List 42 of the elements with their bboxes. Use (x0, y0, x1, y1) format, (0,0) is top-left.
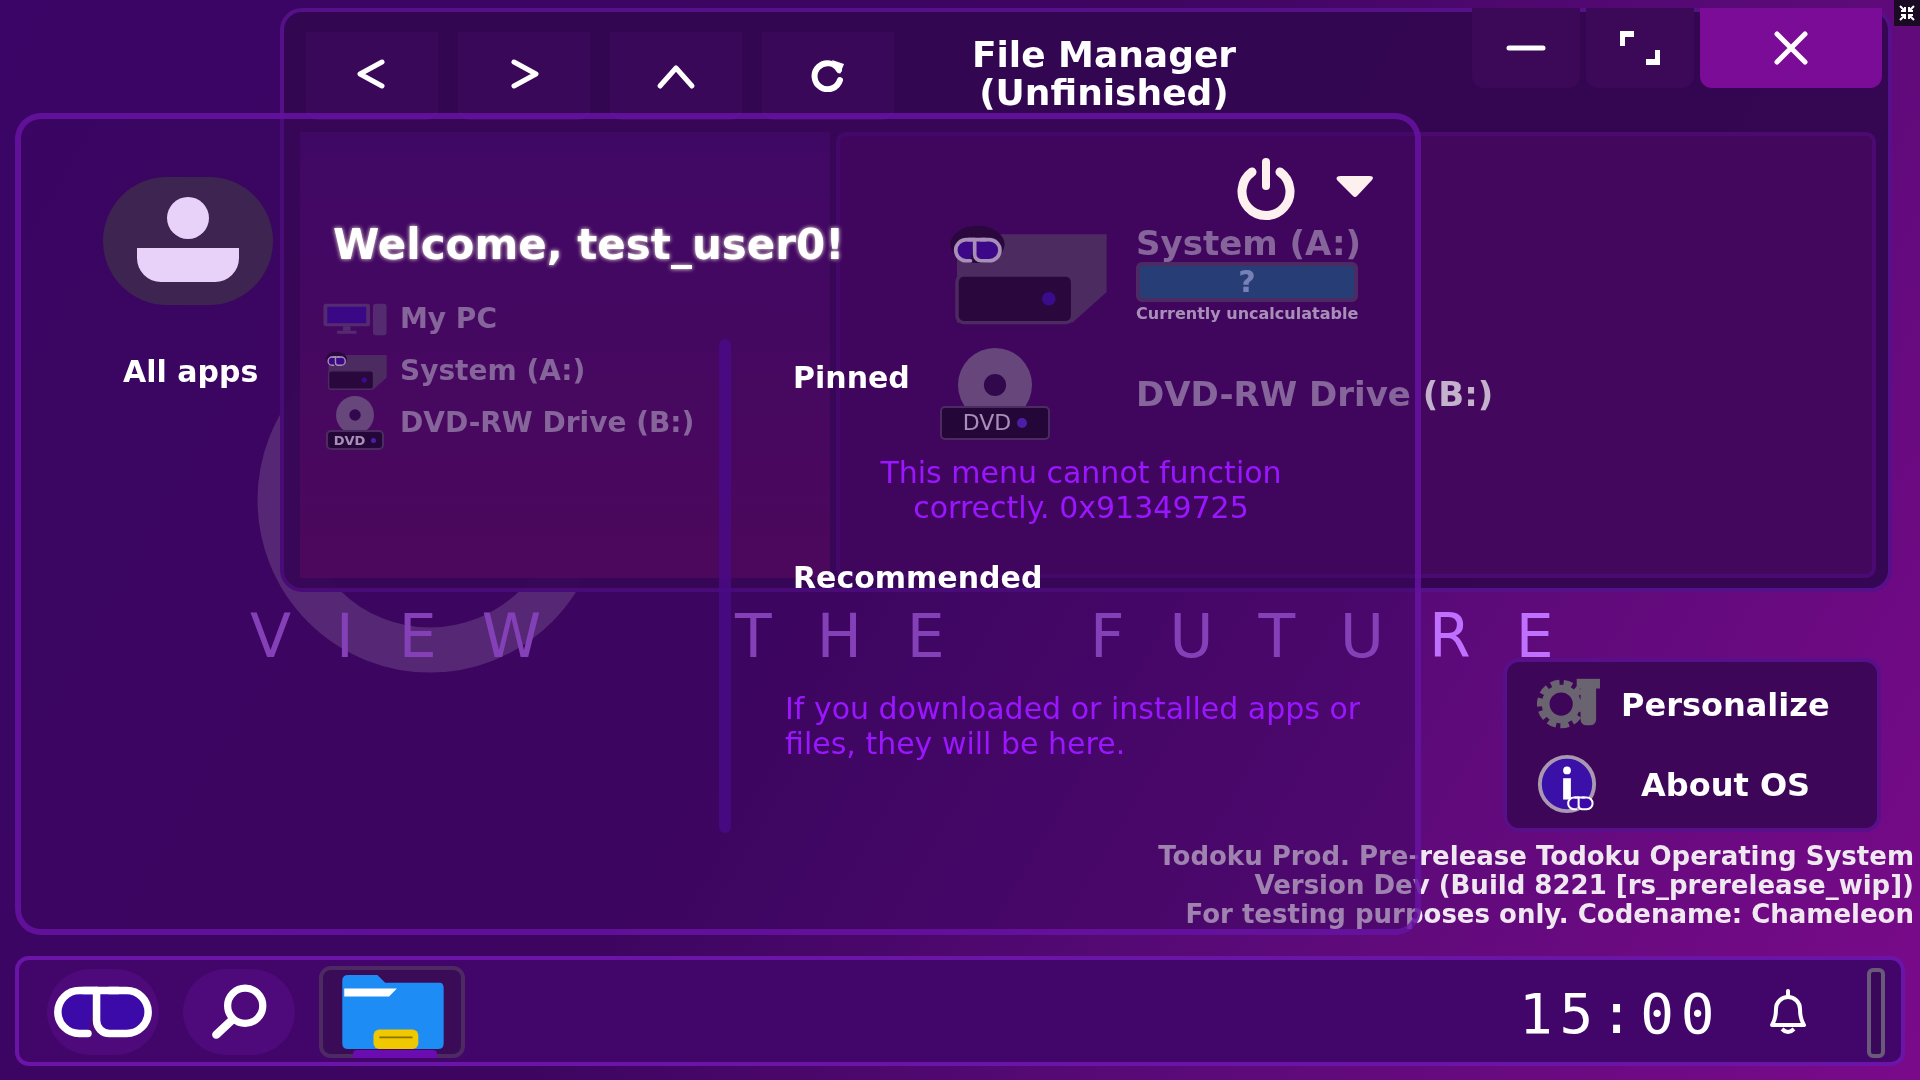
close-button[interactable] (1700, 8, 1882, 88)
indicator-light (371, 437, 377, 443)
wallpaper-tagline: FUTURE (1090, 606, 1599, 666)
version-text: Version Dev (Build 8221 [rs_prerelease_wip]) (1254, 871, 1914, 900)
window-title: File Manager (971, 36, 1237, 74)
window-title: (Unfinished) (979, 74, 1229, 112)
back-button[interactable] (306, 32, 438, 120)
collapse-icon (1898, 4, 1916, 22)
minimize-icon (1506, 44, 1546, 52)
personalize-button[interactable]: Personalize (1531, 673, 1853, 737)
refresh-button[interactable] (762, 32, 894, 120)
empty-message: If you downloaded or installed apps or files, they will be here. (785, 691, 1362, 761)
section-heading: Recommended (793, 559, 1043, 597)
error-message: This menu cannot function correctly. 0x91349725 (879, 455, 1283, 525)
exit-fullscreen-button[interactable] (1894, 0, 1920, 26)
drive-tile[interactable]: DVD DVD-RW Drive (B:) (940, 348, 1494, 440)
version-text: For testing purposes only. Codename: Chameleon (1185, 900, 1914, 929)
clock: 15:00 (1519, 980, 1722, 1048)
file-manager-taskbar-button[interactable] (319, 966, 465, 1058)
drive-note: Currently uncalculatable (1136, 303, 1360, 325)
show-desktop-button[interactable] (1867, 968, 1885, 1058)
drive-tile[interactable]: System (A:) ? Currently uncalculatable (940, 224, 1494, 326)
section-heading: Pinned (793, 359, 910, 397)
minimize-button[interactable] (1472, 8, 1580, 88)
close-icon (1771, 30, 1811, 66)
dvd-label: DVD (333, 433, 366, 447)
maximize-button[interactable] (1586, 8, 1694, 88)
wallpaper-tagline: THE (735, 606, 990, 666)
welcome-text: Welcome, test_user0! (333, 219, 845, 271)
maximize-icon (1620, 30, 1660, 66)
version-text: Todoku Prod. Pre-release Todoku Operating System (1158, 842, 1914, 871)
indicator-light (1017, 418, 1028, 428)
wallpaper-tagline: VIEW (250, 606, 586, 666)
usage-unknown: ? (1238, 267, 1256, 297)
up-button[interactable] (610, 32, 742, 120)
all-apps-button[interactable]: All apps (123, 349, 259, 394)
caret-icon (1335, 176, 1375, 198)
forward-button[interactable] (458, 32, 590, 120)
computer-icon (322, 301, 388, 337)
about-button[interactable]: About OS (1531, 753, 1853, 817)
sidebar-item[interactable]: DVD DVD-RW Drive (B:) (320, 398, 695, 448)
dvd-label: DVD (962, 412, 1012, 434)
